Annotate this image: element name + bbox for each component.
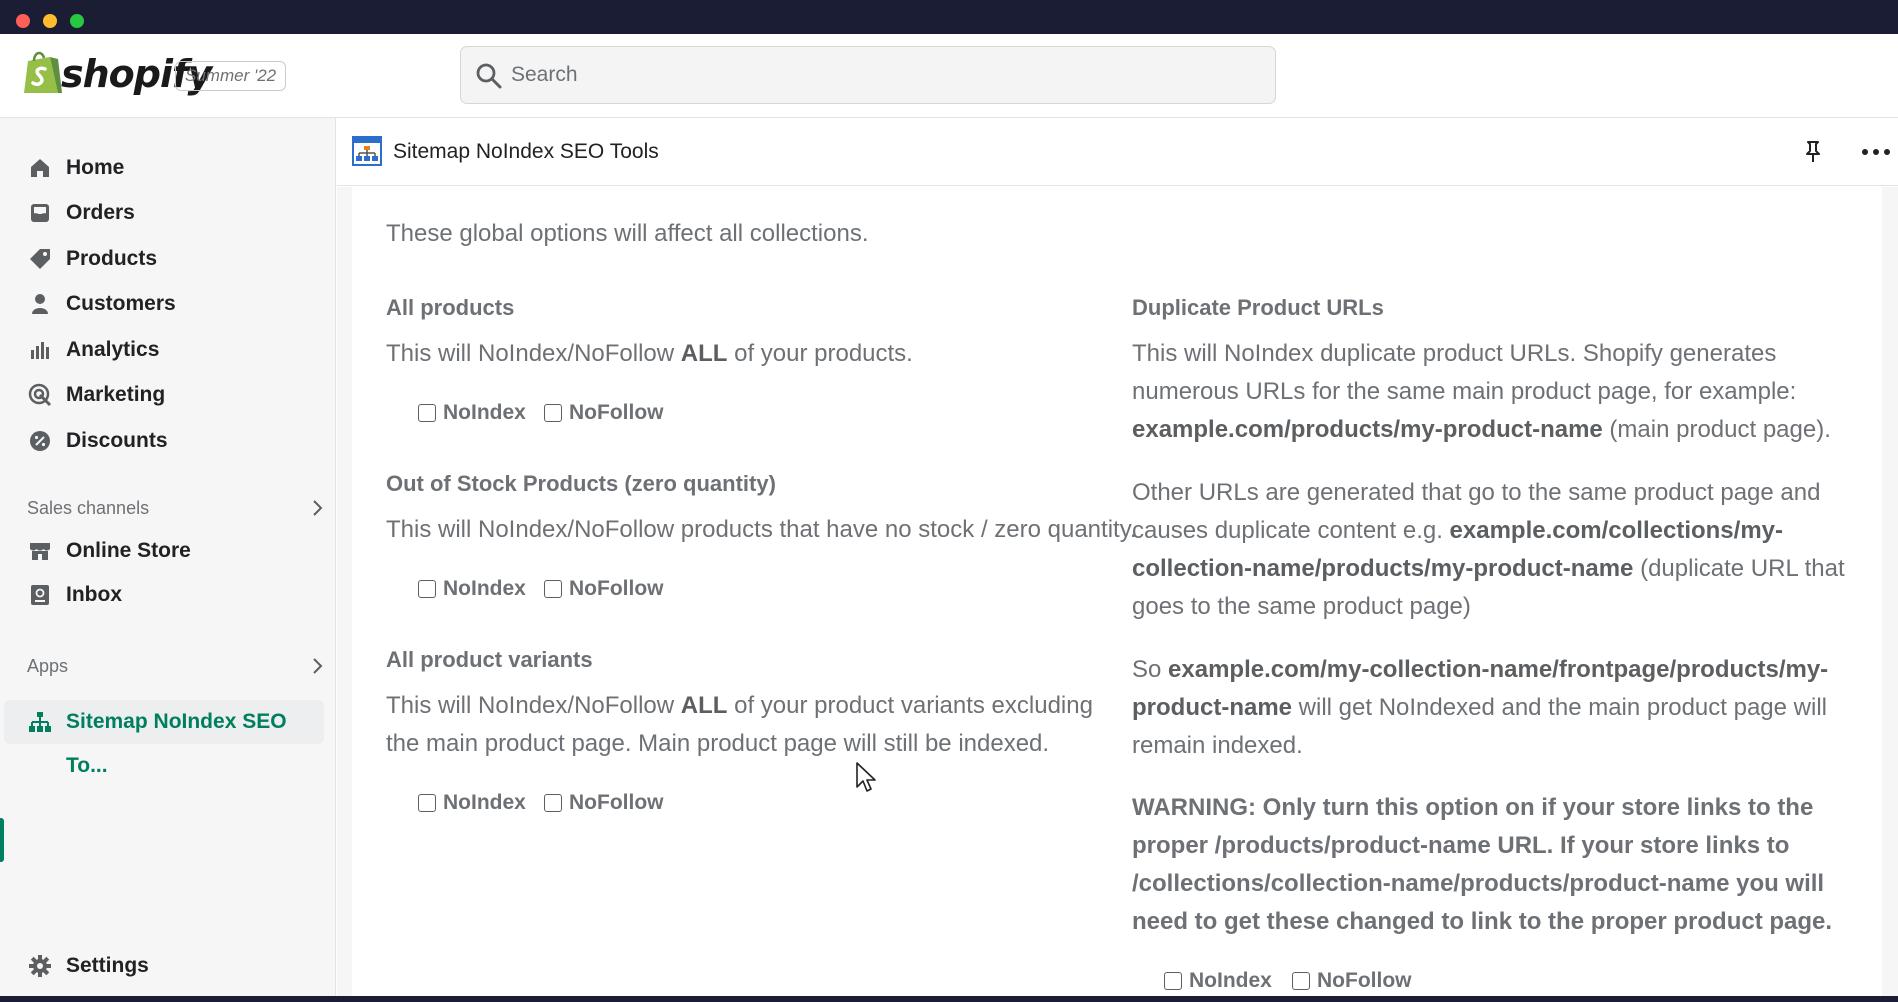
checkbox-label: NoFollow — [569, 577, 664, 600]
person-icon — [32, 294, 48, 314]
sidebar-item-orders[interactable]: Orders — [0, 191, 336, 235]
variants-description: This will NoIndex/NoFollow ALL of your p… — [386, 692, 1093, 757]
app-header: Sitemap NoIndex SEO Tools — [337, 118, 1898, 186]
checkbox-box[interactable] — [418, 580, 436, 598]
bar-chart-icon — [31, 342, 49, 359]
duplicate-urls-paragraph-2: Other URLs are generated that go to the … — [1132, 479, 1845, 620]
checkbox-label: NoIndex — [443, 401, 526, 424]
sitemap-app-icon — [352, 136, 382, 166]
inbox-icon — [31, 585, 49, 605]
sidebar-item-marketing[interactable]: Marketing — [0, 373, 336, 417]
out-of-stock-description: This will NoIndex/NoFollow products that… — [386, 516, 1137, 543]
settings-card: These global options will affect all col… — [352, 187, 1882, 1002]
checkbox-label: NoIndex — [1189, 969, 1272, 992]
tag-icon — [30, 249, 50, 269]
checkbox-label: NoIndex — [443, 791, 526, 814]
chevron-right-icon[interactable] — [307, 498, 327, 518]
app-window: shopify Summer '22 Home Orders Products … — [0, 0, 1898, 1002]
store-icon — [30, 543, 50, 560]
target-icon — [28, 383, 52, 407]
orders-icon — [31, 204, 49, 222]
checkbox-box[interactable] — [1292, 972, 1310, 990]
duplicate-urls-paragraph-1: This will NoIndex duplicate product URLs… — [1132, 340, 1831, 443]
apps-heading[interactable]: Apps — [27, 648, 327, 684]
checkbox-box[interactable] — [544, 794, 562, 812]
checkbox-box[interactable] — [1164, 972, 1182, 990]
sidebar-item-sitemap-app[interactable]: Sitemap NoIndex SEO To... — [4, 700, 324, 777]
mouse-pointer-icon — [856, 762, 876, 792]
sidebar-item-label: Online Store — [66, 539, 191, 562]
search-bar[interactable] — [460, 46, 1276, 104]
sidebar: Home Orders Products Customers Analytics… — [0, 118, 336, 1002]
checkbox-label: NoFollow — [569, 401, 664, 424]
all-products-nofollow-checkbox[interactable]: NoFollow — [544, 401, 663, 425]
sidebar-item-label: Marketing — [66, 383, 166, 406]
sidebar-item-label: Home — [66, 156, 125, 179]
duplicate-urls-warning: WARNING: Only turn this option on if you… — [1132, 794, 1833, 935]
sitemap-icon — [29, 712, 51, 732]
window-bottom-edge — [0, 996, 1898, 1002]
checkbox-label: NoFollow — [569, 791, 664, 814]
sidebar-item-label: Inbox — [66, 583, 122, 606]
sidebar-item-label: Settings — [66, 954, 149, 977]
all-products-description: This will NoIndex/NoFollow ALL of your p… — [386, 340, 913, 367]
sidebar-item-customers[interactable]: Customers — [0, 282, 336, 326]
more-options-icon[interactable] — [1860, 146, 1892, 158]
out-of-stock-nofollow-checkbox[interactable]: NoFollow — [544, 577, 663, 601]
checkbox-box[interactable] — [544, 404, 562, 422]
out-of-stock-heading: Out of Stock Products (zero quantity) — [386, 471, 776, 496]
sidebar-item-home[interactable]: Home — [0, 146, 336, 190]
section-heading-label: Sales channels — [27, 498, 150, 518]
checkbox-box[interactable] — [418, 404, 436, 422]
sidebar-item-label: Sitemap NoIndex SEO To... — [66, 710, 287, 777]
checkbox-label: NoIndex — [443, 577, 526, 600]
sidebar-item-label: Discounts — [66, 429, 168, 452]
edition-badge[interactable]: Summer '22 — [175, 61, 287, 91]
section-heading-label: Apps — [27, 656, 69, 676]
zoom-window-button[interactable] — [70, 14, 84, 28]
sidebar-item-label: Orders — [66, 201, 135, 224]
sidebar-item-label: Products — [66, 247, 158, 270]
window-titlebar — [0, 0, 1898, 34]
duplicate-urls-paragraph-3: So example.com/my-collection-name/frontp… — [1132, 656, 1829, 759]
duplicate-urls-nofollow-checkbox[interactable]: NoFollow — [1292, 969, 1411, 993]
all-products-noindex-checkbox[interactable]: NoIndex — [418, 401, 526, 425]
search-input[interactable] — [511, 47, 1251, 103]
shopify-bag-icon[interactable] — [20, 49, 66, 97]
out-of-stock-noindex-checkbox[interactable]: NoIndex — [418, 577, 526, 601]
gear-icon — [29, 955, 51, 977]
checkbox-box[interactable] — [544, 580, 562, 598]
variants-nofollow-checkbox[interactable]: NoFollow — [544, 791, 663, 815]
variants-noindex-checkbox[interactable]: NoIndex — [418, 791, 526, 815]
active-indicator — [0, 818, 4, 862]
sidebar-item-inbox[interactable]: Inbox — [0, 573, 336, 617]
close-window-button[interactable] — [16, 14, 30, 28]
sales-channels-heading[interactable]: Sales channels — [27, 490, 327, 526]
sidebar-item-products[interactable]: Products — [0, 237, 336, 281]
search-icon — [476, 63, 502, 89]
app-title: Sitemap NoIndex SEO Tools — [393, 140, 659, 163]
checkbox-box[interactable] — [418, 794, 436, 812]
sidebar-item-discounts[interactable]: Discounts — [0, 419, 336, 463]
sidebar-item-label: Customers — [66, 292, 176, 315]
duplicate-urls-noindex-checkbox[interactable]: NoIndex — [1164, 969, 1272, 993]
intro-text: These global options will affect all col… — [386, 220, 869, 247]
sidebar-item-online-store[interactable]: Online Store — [0, 529, 336, 573]
sidebar-item-analytics[interactable]: Analytics — [0, 328, 336, 372]
top-bar: shopify Summer '22 — [0, 34, 1898, 118]
sidebar-item-settings[interactable]: Settings — [0, 944, 336, 988]
all-products-heading: All products — [386, 295, 515, 320]
discount-icon — [30, 431, 50, 451]
sidebar-item-label: Analytics — [66, 338, 160, 361]
home-icon — [31, 159, 49, 177]
variants-heading: All product variants — [386, 647, 593, 672]
checkbox-label: NoFollow — [1317, 969, 1412, 992]
pin-icon[interactable] — [1802, 140, 1824, 164]
minimize-window-button[interactable] — [43, 14, 57, 28]
duplicate-urls-heading: Duplicate Product URLs — [1132, 295, 1384, 320]
chevron-right-icon[interactable] — [307, 656, 327, 676]
